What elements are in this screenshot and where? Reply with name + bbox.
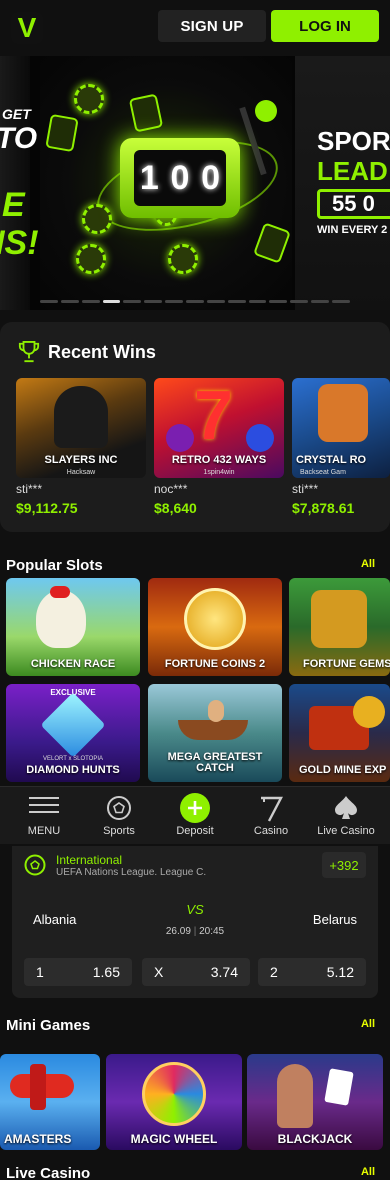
recent-win-card[interactable]: 7 RETRO 432 WAYS 1spin4win [154,378,284,478]
game-tile-blackjack[interactable]: BLACKJACK [247,1054,383,1150]
nav-sports[interactable]: Sports [80,787,158,845]
match-datetime: 26.09 | 20:45 [165,926,225,937]
recent-win-card[interactable]: CRYSTAL RO Backseat Gam [292,378,390,478]
tag-icon [128,93,164,133]
golden-mask-art [311,590,367,648]
carousel-dot[interactable] [332,300,350,303]
next-slide-peek: SPOR LEAD 55 0 WIN EVERY 2 [295,56,390,310]
soccer-ball-icon [24,854,46,876]
odds-button-away[interactable]: 2 5.12 [258,958,366,986]
league-name: International [56,853,123,867]
slot-lever-knob [255,100,277,122]
log-in-button[interactable]: LOG IN [271,10,379,42]
carousel-dot[interactable] [40,300,58,303]
game-tile-chicken-race[interactable]: CHICKEN RACE [6,578,140,676]
chip-icon [76,244,106,274]
game-tile-magic-wheel[interactable]: MAGIC WHEEL [106,1054,242,1150]
spade-icon [335,796,357,819]
carousel-dot[interactable] [102,300,121,303]
more-markets-button[interactable]: +392 [322,852,366,878]
header: V SIGN UP LOG IN [0,0,390,56]
seven-icon [261,796,283,822]
tag-icon [253,222,291,264]
seven-art: 7 [194,378,233,454]
mini-games-all-link[interactable]: All [361,1018,375,1030]
carousel-dot[interactable] [144,300,163,303]
tag-icon [45,113,79,153]
away-team: Belarus [312,912,357,927]
game-tile-mega-greatest-catch[interactable]: MEGA GREATEST CATCH [148,684,282,782]
slot-machine-icon: 1 0 0 [120,138,240,218]
carousel-dot[interactable] [186,300,204,303]
odds-button-home[interactable]: 1 1.65 [24,958,132,986]
chip-icon [82,204,112,234]
fisherman-art [208,700,224,722]
recent-wins-panel: Recent Wins SLAYERS INC Hacksaw 7 RETRO … [0,322,390,532]
recent-wins-title: Recent Wins [48,342,156,362]
live-casino-all-link[interactable]: All [361,1166,375,1178]
plane-wing-art [30,1064,46,1110]
playing-card-art [324,1068,354,1106]
banner-slide-slot-machine: 1 0 0 [40,56,292,310]
nav-deposit[interactable]: Deposit [156,787,234,845]
carousel-dot[interactable] [227,300,246,303]
game-tile-diamond-hunts[interactable]: EXCLUSIVE VELORT x SLOTOPIA DIAMOND HUNT… [6,684,140,782]
sign-up-button[interactable]: SIGN UP [158,10,266,42]
diamond-art [40,692,106,758]
odds-button-draw[interactable]: X 3.74 [142,958,250,986]
carousel-dot[interactable] [311,300,330,303]
carousel-dot[interactable] [81,300,100,303]
carousel-dot[interactable] [206,300,225,303]
logo[interactable]: V [11,12,43,44]
wheel-art [142,1062,206,1126]
grapes-art [246,424,274,452]
carousel-dot[interactable] [248,300,267,303]
carousel-indicators[interactable] [40,300,350,304]
plus-circle-icon [180,793,210,823]
sports-event-card[interactable]: International UEFA Nations League. Leagu… [12,846,378,998]
chicken-comb-art [50,586,70,598]
chip-icon [168,244,198,274]
carousel-dot[interactable] [60,300,79,303]
hooded-figure-art [54,386,108,448]
game-tile-fortune-gems[interactable]: FORTUNE GEMS [289,578,390,676]
bottom-navigation: MENU Sports Deposit Casino Live Casino [0,786,390,844]
recent-win-card[interactable]: SLAYERS INC Hacksaw [16,378,146,478]
robot-art [318,384,368,442]
game-tile-fortune-coins-2[interactable]: FORTUNE COINS 2 [148,578,282,676]
nav-menu[interactable]: MENU [5,787,83,845]
chicken-art [36,590,86,648]
game-tile-gold-mine-express[interactable]: GOLD MINE EXP [289,684,390,782]
previous-slide-peek: GET TO E NS! [0,56,39,310]
mini-games-title: Mini Games [6,1017,91,1034]
nav-casino[interactable]: Casino [232,787,310,845]
soccer-ball-icon [107,796,131,820]
carousel-dot[interactable] [269,300,288,303]
game-tile-aviamasters[interactable]: AMASTERS [0,1054,100,1150]
boat-art [178,720,248,740]
carousel-dot[interactable] [123,300,142,303]
gold-coin-art [184,588,246,650]
gold-star-art [353,696,385,728]
carousel-dot[interactable] [165,300,184,303]
promo-banner-carousel[interactable]: GET TO E NS! 1 0 0 SPOR LEAD 55 0 WIN EV… [0,56,390,310]
popular-slots-title: Popular Slots [6,557,103,574]
nav-live-casino[interactable]: Live Casino [307,787,385,845]
chip-icon [74,84,104,114]
live-casino-title: Live Casino [6,1165,91,1180]
trophy-icon [18,341,40,363]
menu-icon [29,797,59,813]
popular-slots-all-link[interactable]: All [361,558,375,570]
competition-name: UEFA Nations League. League C. [56,867,207,878]
dealer-art [277,1064,313,1128]
carousel-dot[interactable] [290,300,309,303]
plum-art [166,424,194,452]
